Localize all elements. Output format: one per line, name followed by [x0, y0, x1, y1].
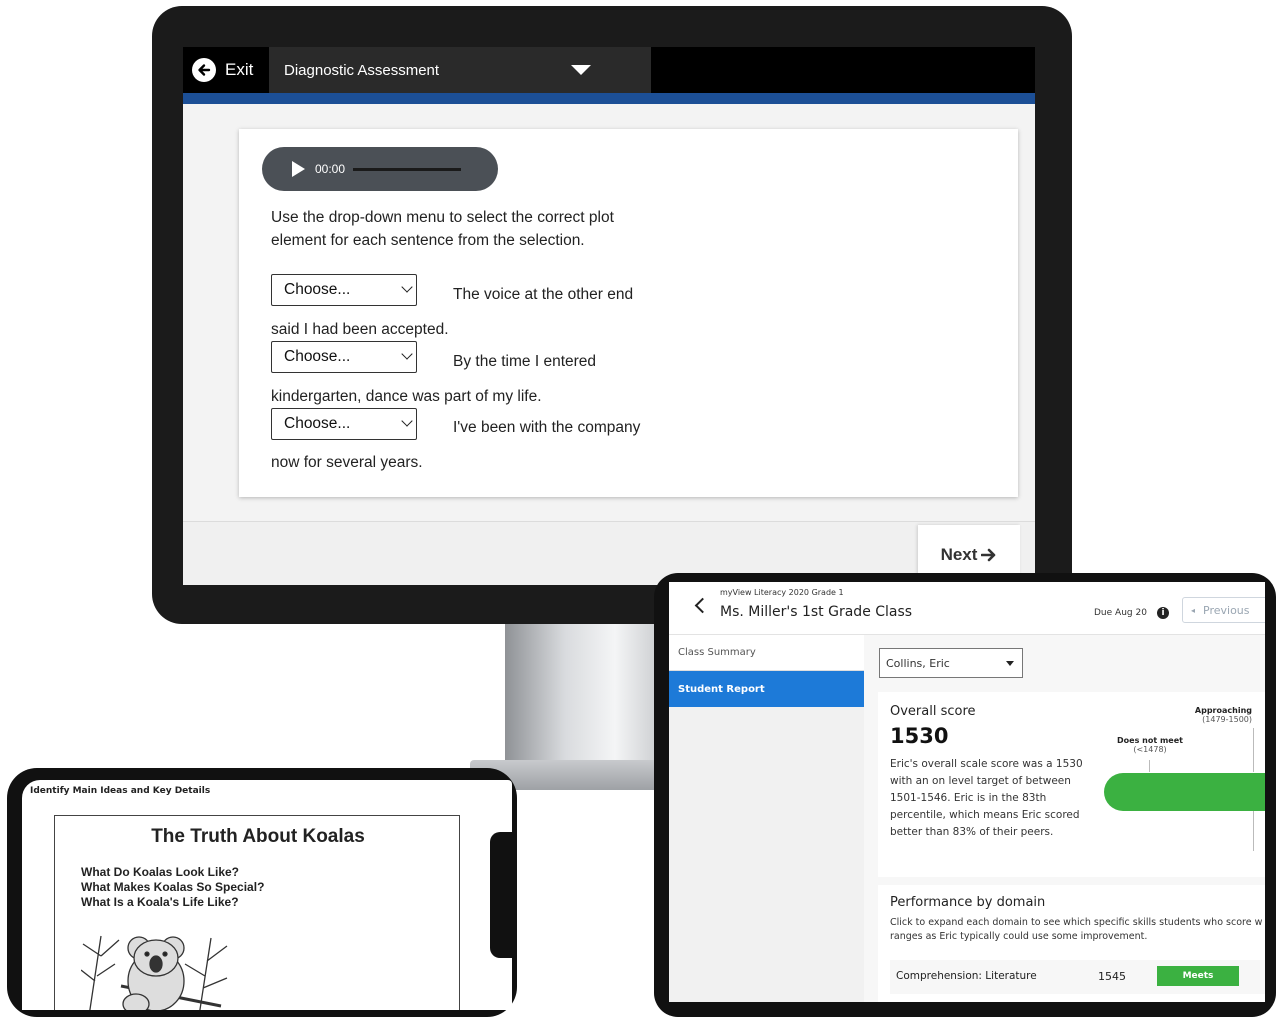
lesson-header: Identify Main Ideas and Key Details [30, 786, 211, 796]
plot-element-select-2[interactable]: Choose... [271, 341, 417, 373]
top-bar: Exit Diagnostic Assessment [183, 47, 1035, 93]
article-question: What Makes Koalas So Special? [81, 880, 265, 894]
select-value: Choose... [284, 415, 351, 432]
audio-progress-track[interactable] [353, 167, 462, 171]
back-arrow-icon [192, 58, 216, 82]
report-screen: myView Literacy 2020 Grade 1 Ms. Miller'… [669, 582, 1265, 1002]
caret-down-icon [1006, 661, 1014, 666]
audio-time: 00:00 [315, 162, 346, 176]
chevron-left-icon[interactable] [694, 597, 711, 614]
previous-label: Previous [1203, 603, 1250, 617]
sentence-2-start: By the time I entered [453, 353, 597, 370]
caret-down-icon [571, 65, 591, 75]
chevron-down-icon [401, 348, 413, 360]
report-sidebar: Class Summary Student Report [669, 635, 864, 1002]
domain-label: Comprehension: Literature [896, 970, 1037, 982]
plot-element-select-3[interactable]: Choose... [271, 408, 417, 440]
level-does-not-meet: Does not meet (<1478) [1115, 736, 1185, 754]
assessment-title: Diagnostic Assessment [284, 61, 440, 79]
performance-domain-title: Performance by domain [890, 895, 1046, 910]
exit-button[interactable]: Exit [183, 47, 269, 93]
status-badge: Meets [1157, 966, 1239, 986]
level-range: (1479-1500) [1202, 715, 1252, 724]
select-value: Choose... [284, 348, 351, 365]
chevron-down-icon [401, 281, 413, 293]
score-range-bar [1104, 773, 1265, 811]
sidebar-item-label: Student Report [678, 683, 765, 695]
article-title: The Truth About Koalas [151, 826, 365, 847]
article-page: The Truth About Koalas What Do Koalas Lo… [54, 815, 460, 1010]
performance-domain-text: Click to expand each domain to see which… [890, 917, 1263, 942]
sentence-3-end: now for several years. [271, 454, 423, 471]
chevron-down-icon [401, 415, 413, 427]
overall-score-title: Overall score [890, 704, 976, 719]
sidebar-item-student-report[interactable]: Student Report [669, 671, 864, 707]
audio-player[interactable]: 00:00 [262, 147, 498, 191]
article-question: What Is a Koala's Life Like? [81, 895, 239, 909]
previous-button[interactable]: ◂ Previous [1182, 597, 1265, 623]
class-title: Ms. Miller's 1st Grade Class [720, 604, 913, 620]
koala-illustration [81, 935, 228, 1010]
article-question: What Do Koalas Look Like? [81, 865, 240, 879]
next-label: Next [940, 545, 978, 564]
assessment-screen: Exit Diagnostic Assessment 00:00 Use the… [183, 47, 1035, 585]
reading-screen: Identify Main Ideas and Key Details The … [22, 780, 512, 1010]
question-card: 00:00 Use the drop-down menu to select t… [239, 129, 1018, 497]
level-tick [1253, 728, 1254, 772]
sidebar-item-class-summary[interactable]: Class Summary [669, 635, 864, 671]
phone-notch [490, 832, 514, 958]
domain-row[interactable]: Comprehension: Literature 1545 Meets [890, 960, 1265, 994]
student-select[interactable]: Collins, Eric [879, 648, 1023, 678]
due-date: Due Aug 20 [1094, 608, 1147, 618]
info-icon[interactable]: i [1157, 607, 1169, 619]
plot-element-select-1[interactable]: Choose... [271, 274, 417, 306]
accent-bar [183, 93, 1035, 104]
select-value: Choose... [284, 281, 351, 298]
instruction-text: Use the drop-down menu to select the cor… [271, 209, 614, 249]
student-select-value: Collins, Eric [886, 656, 950, 670]
sentence-1-end: said I had been accepted. [271, 321, 449, 338]
play-icon[interactable] [292, 161, 305, 177]
assessment-title-dropdown[interactable]: Diagnostic Assessment [269, 47, 651, 93]
program-name: myView Literacy 2020 Grade 1 [720, 588, 844, 597]
sidebar-item-label: Class Summary [678, 647, 756, 658]
sentence-1-start: The voice at the other end [453, 286, 634, 303]
level-name: Does not meet [1117, 736, 1183, 745]
arrow-right-icon [981, 548, 996, 562]
level-approaching: Approaching (1479-1500) [1188, 706, 1252, 724]
performance-domain-panel: Performance by domain Click to expand ea… [878, 885, 1265, 1002]
domain-score: 1545 [1098, 970, 1126, 983]
sentence-3-start: I've been with the company [453, 419, 641, 436]
level-name: Approaching [1194, 706, 1252, 715]
level-range: (<1478) [1133, 745, 1167, 754]
exit-label: Exit [225, 60, 254, 79]
overall-score-text: Eric's overall scale score was a 1530 wi… [890, 758, 1083, 838]
overall-score-value: 1530 [890, 724, 949, 748]
report-header: myView Literacy 2020 Grade 1 Ms. Miller'… [669, 582, 1265, 635]
level-tick [1149, 760, 1150, 772]
level-tick [1253, 811, 1254, 851]
sentence-2-end: kindergarten, dance was part of my life. [271, 388, 542, 405]
overall-score-panel: Overall score 1530 Eric's overall scale … [878, 692, 1265, 877]
caret-left-icon: ◂ [1191, 605, 1196, 615]
